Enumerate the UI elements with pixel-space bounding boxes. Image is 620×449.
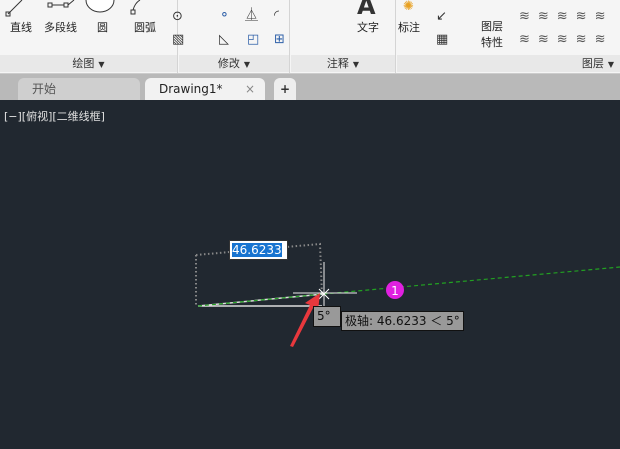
layer-properties-line1: 图层 [481, 20, 503, 33]
tab-drawing1[interactable]: Drawing1* × [145, 78, 265, 100]
text-icon: A [357, 0, 376, 20]
angle-tooltip: 5° [313, 306, 341, 327]
close-tab-icon[interactable]: × [245, 78, 255, 100]
drawing-canvas[interactable]: 1 [0, 100, 620, 445]
chevron-down-icon: ▼ [607, 60, 614, 69]
chevron-down-icon: ▼ [98, 60, 105, 69]
layer-tools-row2-icon[interactable]: ≋≋≋≋≋ [519, 33, 613, 47]
layers-panel: 图层 特性 ≋≋≋≋≋ ≋≋≋≋≋ 图层 ▼ [397, 0, 620, 73]
annotate-panel: A 文字 ✺ 标注 ↙ ▦ 注释 ▼ [291, 0, 448, 73]
marker-number: 1 [391, 284, 399, 298]
layer-tools-row1-icon[interactable]: ≋≋≋≋≋ [519, 10, 613, 24]
circle-button[interactable]: 圆 [97, 19, 108, 35]
array-icon[interactable]: ⊞ [274, 33, 285, 47]
scale-icon[interactable]: ◰ [247, 33, 259, 47]
layers-label: 图层 [581, 57, 604, 70]
polyline-button[interactable]: 多段线 [44, 19, 77, 35]
dynamic-input-value: 46.6233 [232, 243, 282, 257]
layers-panel-label[interactable]: 图层 ▼ [397, 55, 620, 72]
chevron-down-icon: ▼ [243, 60, 251, 69]
ribbon: 直线 多段线 圆 圆弧 ⊙ ▧ 绘图 ▼ ⚬ ⏅ ◜ ◺ ◰ ⊞ 修改 ▼ A 文字… [0, 0, 620, 74]
draw-icons [5, 0, 141, 17]
mirror-icon[interactable]: ⏅ [245, 9, 258, 23]
crosshair [293, 262, 357, 306]
modify-panel: ⚬ ⏅ ◜ ◺ ◰ ⊞ 修改 ▼ [179, 0, 290, 73]
modify-panel-label[interactable]: 修改 ▼ [179, 55, 289, 72]
draw-panel-label[interactable]: 绘图 ▼ [0, 55, 177, 72]
line-button[interactable]: 直线 [10, 19, 32, 35]
viewport-controls[interactable]: [−][俯视][二维线框] [4, 108, 105, 124]
tab-start[interactable]: 开始 [18, 78, 140, 100]
text-button[interactable]: 文字 [357, 19, 379, 35]
new-tab-button[interactable]: + [274, 78, 296, 100]
annotate-label: 注释 [326, 57, 349, 70]
fillet-icon[interactable]: ◜ [274, 9, 279, 23]
layer-properties-button[interactable]: 图层 特性 [481, 19, 503, 51]
chevron-down-icon: ▼ [352, 60, 360, 69]
modify-label: 修改 [217, 57, 240, 70]
arc-button[interactable]: 圆弧 [134, 19, 156, 35]
draw-label: 绘图 [72, 57, 95, 70]
stretch-icon[interactable]: ◺ [219, 33, 229, 47]
polar-tracking-line [197, 266, 620, 307]
layer-properties-line2: 特性 [481, 36, 503, 49]
tab-drawing1-label: Drawing1* [159, 82, 223, 96]
dynamic-input-field[interactable]: 46.6233 [229, 240, 288, 260]
draw-panel: 直线 多段线 圆 圆弧 ⊙ ▧ 绘图 ▼ [0, 0, 184, 73]
polar-tooltip: 极轴: 46.6233 ＜ 5° [341, 311, 464, 331]
move-icon[interactable]: ⚬ [219, 9, 230, 23]
drawing-graphics: 1 [195, 242, 620, 347]
annotate-panel-label[interactable]: 注释 ▼ [291, 55, 395, 72]
file-tab-bar: 开始 Drawing1* × + [0, 74, 620, 100]
